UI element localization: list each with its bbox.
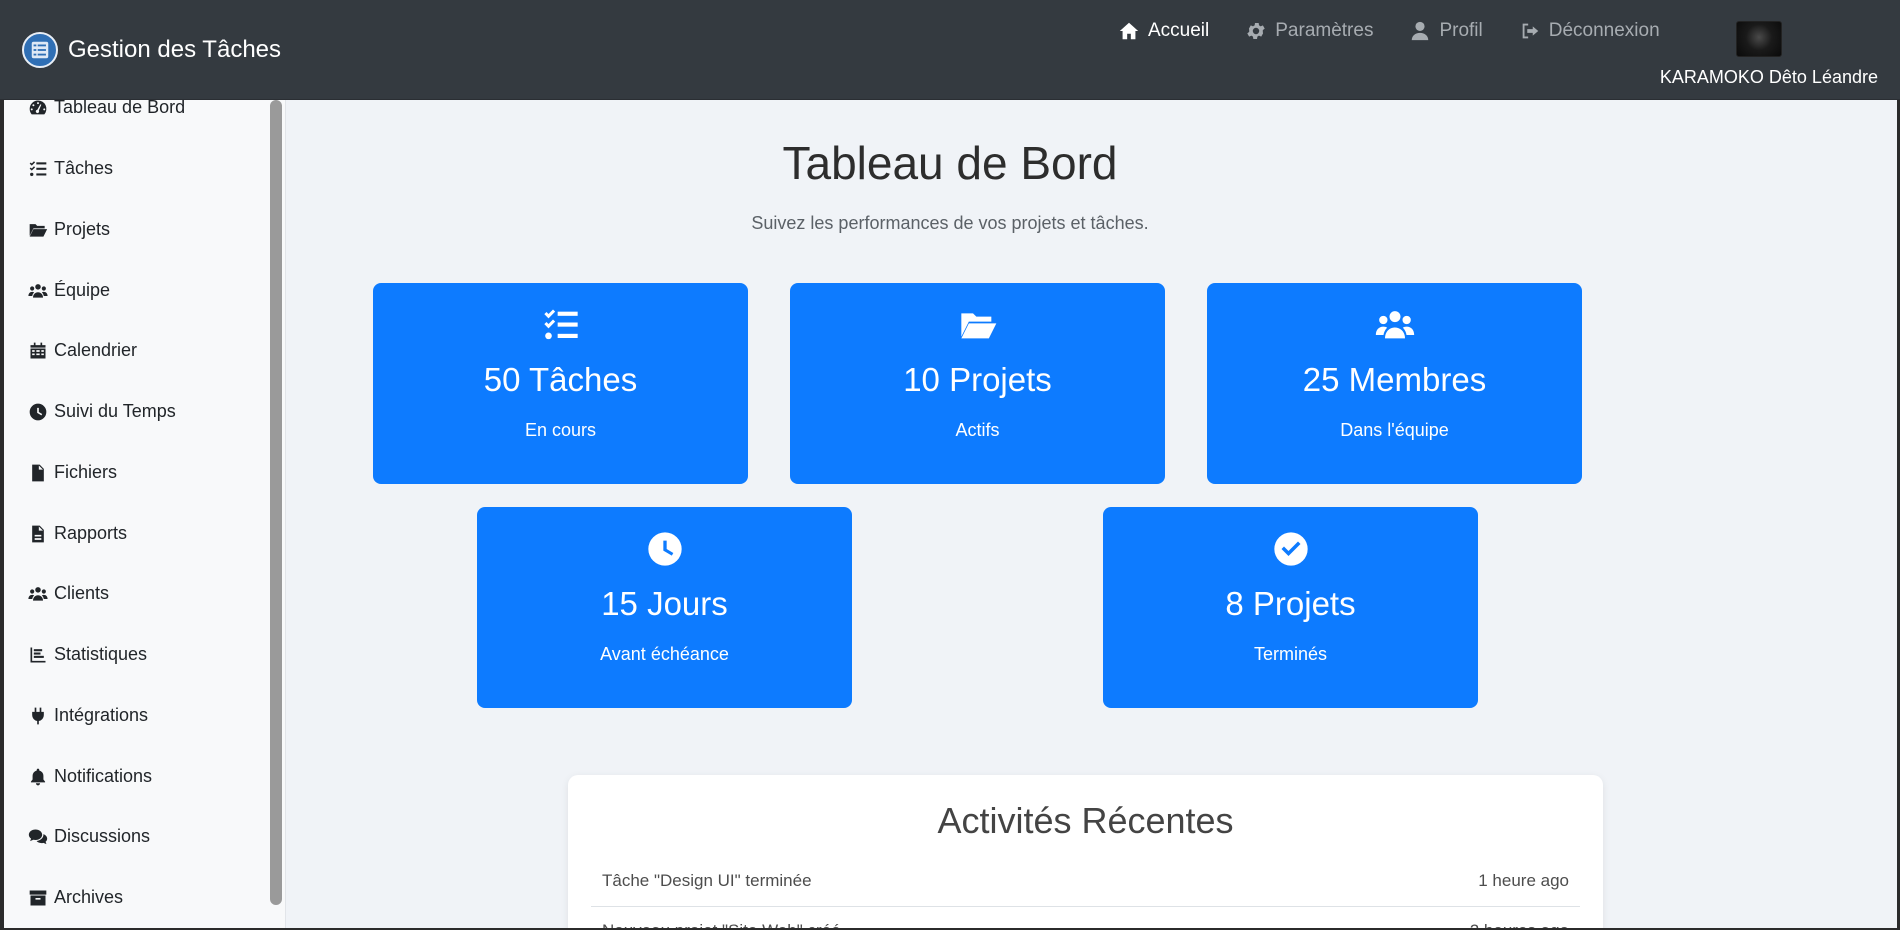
sidebar-item-label: Statistiques (54, 644, 148, 664)
app-title: Gestion des Tâches (68, 36, 282, 63)
stat-card-label: En cours (524, 420, 597, 440)
clock-icon (643, 529, 687, 569)
nav-item-label: Déconnexion (1548, 20, 1660, 41)
activity-description: Tâche "Design UI" terminée (602, 871, 812, 890)
sidebar-item-label: Équipe (54, 280, 111, 300)
nav-item-deconnexion[interactable]: Déconnexion (1519, 20, 1660, 42)
sidebar-item-label: Tableau de Bord (54, 100, 186, 117)
sidebar-item-label: Rapports (54, 523, 128, 543)
avatar[interactable] (1736, 21, 1782, 57)
top-navbar: Gestion des Tâches Accueil Paramètres Pr… (0, 0, 1900, 100)
team-icon (28, 281, 48, 301)
sidebar-item-calendrier[interactable]: Calendrier (28, 340, 137, 361)
stat-card-jours[interactable]: 15 Jours Avant échéance (477, 507, 852, 708)
sidebar-item-label: Notifications (54, 766, 153, 786)
sidebar-item-equipe[interactable]: Équipe (28, 280, 110, 301)
stat-card-membres[interactable]: 25 Membres Dans l'équipe (1207, 283, 1582, 484)
clients-icon (28, 584, 48, 604)
sidebar-item-taches[interactable]: Tâches (28, 158, 113, 179)
dashboard-icon (28, 100, 48, 118)
folder-open-icon (956, 305, 1000, 345)
sidebar-item-label: Fichiers (54, 462, 118, 482)
stat-card-value: 50 Tâches (483, 361, 638, 398)
logout-icon (1519, 20, 1541, 42)
sidebar-item-label: Calendrier (54, 340, 138, 360)
stat-card-projets[interactable]: 10 Projets Actifs (790, 283, 1165, 484)
nav-item-label: Accueil (1148, 20, 1210, 41)
sidebar-item-suivi-du-temps[interactable]: Suivi du Temps (28, 401, 176, 422)
sidebar-item-label: Archives (54, 887, 124, 907)
activity-time: 1 heure ago (1478, 871, 1569, 890)
plug-icon (28, 706, 48, 726)
username: KARAMOKO Dêto Léandre (1659, 67, 1878, 87)
sidebar: Tableau de Bord Tâches Projets Équipe Ca… (0, 100, 286, 930)
page-subtitle: Suivez les performances de vos projets e… (751, 213, 1149, 233)
archive-icon (28, 888, 48, 908)
nav-item-label: Profil (1439, 20, 1483, 41)
chart-icon (28, 645, 48, 665)
list-item: Nouveau projet "Site Web" créé 2 heures … (591, 907, 1580, 930)
sidebar-item-label: Tâches (54, 158, 114, 178)
sidebar-item-clients[interactable]: Clients (28, 583, 109, 604)
stat-card-taches[interactable]: 50 Tâches En cours (373, 283, 748, 484)
main-nav: Accueil Paramètres Profil Déconnexion (1118, 20, 1660, 42)
stat-card-value: 15 Jours (601, 585, 728, 622)
sidebar-item-label: Intégrations (54, 705, 149, 725)
sidebar-item-fichiers[interactable]: Fichiers (28, 462, 117, 483)
sidebar-item-discussions[interactable]: Discussions (28, 826, 150, 847)
team-icon (1373, 305, 1417, 345)
stat-card-termines[interactable]: 8 Projets Terminés (1103, 507, 1478, 708)
task-list-icon (28, 159, 48, 179)
sidebar-item-label: Discussions (54, 826, 151, 846)
sidebar-item-tableau-de-bord[interactable]: Tableau de Bord (28, 100, 185, 118)
check-circle-icon (1269, 529, 1313, 569)
clock-icon (28, 402, 48, 422)
file-icon (28, 463, 48, 483)
gear-icon (1245, 20, 1267, 42)
user-icon (1409, 20, 1431, 42)
sidebar-scrollbar[interactable] (270, 100, 282, 905)
task-list-icon (539, 305, 583, 345)
sidebar-item-projets[interactable]: Projets (28, 219, 110, 240)
calendar-icon (28, 341, 48, 361)
folder-open-icon (28, 220, 48, 240)
nav-item-label: Paramètres (1275, 20, 1374, 41)
stat-card-label: Avant échéance (600, 644, 729, 664)
sidebar-item-label: Projets (54, 219, 111, 239)
sidebar-item-label: Clients (54, 583, 110, 603)
home-icon (1118, 20, 1140, 42)
stat-card-label: Actifs (955, 420, 1000, 440)
recent-activities-panel: Activités Récentes Tâche "Design UI" ter… (568, 775, 1603, 930)
stat-card-label: Terminés (1253, 644, 1328, 664)
sidebar-item-statistiques[interactable]: Statistiques (28, 644, 147, 665)
app-logo-icon (22, 32, 58, 68)
sidebar-item-archives[interactable]: Archives (28, 887, 123, 908)
sidebar-item-rapports[interactable]: Rapports (28, 523, 127, 544)
stat-card-value: 8 Projets (1225, 585, 1356, 622)
stat-card-value: 25 Membres (1302, 361, 1487, 398)
list-item: Tâche "Design UI" terminée 1 heure ago (591, 857, 1580, 907)
sidebar-item-label: Suivi du Temps (54, 401, 176, 421)
page-title: Tableau de Bord (782, 137, 1118, 189)
stat-card-value: 10 Projets (903, 361, 1052, 398)
stat-card-label: Dans l'équipe (1340, 420, 1449, 440)
nav-item-parametres[interactable]: Paramètres (1245, 20, 1373, 42)
nav-item-accueil[interactable]: Accueil (1118, 20, 1209, 42)
brand[interactable]: Gestion des Tâches (22, 32, 281, 68)
nav-item-profil[interactable]: Profil (1409, 20, 1483, 42)
report-icon (28, 524, 48, 544)
recent-activities-title: Activités Récentes (937, 800, 1234, 841)
sidebar-item-notifications[interactable]: Notifications (28, 766, 152, 787)
sidebar-item-integrations[interactable]: Intégrations (28, 705, 148, 726)
bell-icon (28, 767, 48, 787)
chat-icon (28, 827, 48, 847)
